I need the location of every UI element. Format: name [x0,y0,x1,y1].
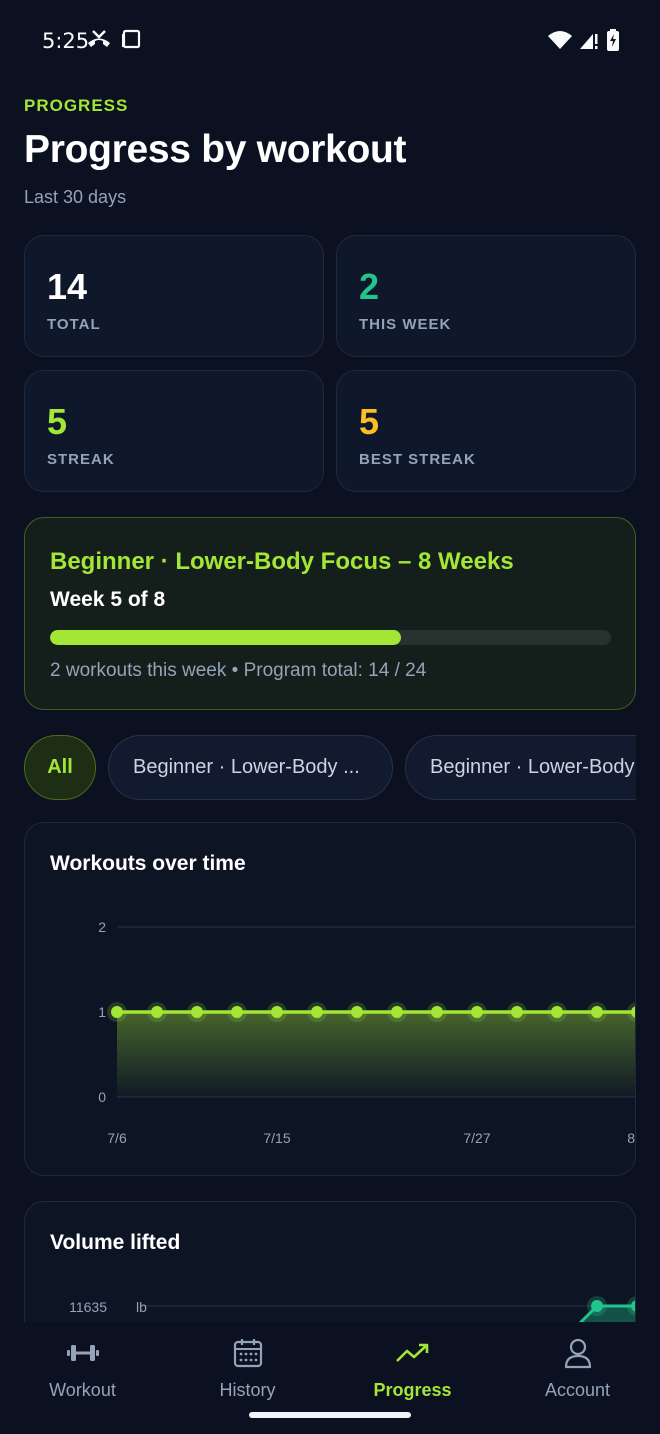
stat-card-this-week: 2 THIS WEEK [336,235,636,357]
workout-filter-chips: All Beginner · Lower-Body ... Beginner ·… [24,735,636,801]
data-point [311,1006,323,1018]
program-title: Beginner · Lower-Body Focus – 8 Weeks [50,548,514,575]
chip-label: All [47,756,73,778]
nav-item-workout[interactable]: Workout [0,1322,165,1412]
stat-label: TOTAL [47,316,101,333]
data-point [511,1006,523,1018]
data-point [591,1006,603,1018]
data-point [351,1006,363,1018]
data-point [111,1006,123,1018]
filter-chip-all[interactable]: All [24,735,96,800]
nav-item-account[interactable]: Account [495,1322,660,1412]
filter-chip-program-2[interactable]: Beginner · Lower-Body [405,735,636,800]
screen-icon [120,28,142,55]
stat-card-streak: 5 STREAK [24,370,324,492]
data-point [151,1006,163,1018]
data-point [391,1006,403,1018]
nav-label: Account [544,1380,611,1400]
data-point [471,1006,483,1018]
program-progress-bar [50,630,611,645]
status-bar: 5:25 [0,0,660,80]
x-tick-label: 7/15 [263,1130,290,1146]
missed-call-icon [86,28,112,55]
workouts-area [117,1012,635,1097]
stat-value: 5 [359,401,380,442]
wifi-icon [548,30,572,55]
calendar-icon [232,1336,264,1370]
y-tick-label: 1 [98,1004,106,1020]
status-right-icons [548,29,620,56]
program-card[interactable]: Beginner · Lower-Body Focus – 8 Weeks We… [24,517,636,710]
stat-value: 2 [359,266,380,307]
dumbbell-icon [66,1336,100,1370]
y-tick-label: 0 [98,1089,106,1105]
chip-label: Beginner · Lower-Body [430,756,635,778]
battery-charging-icon [606,29,620,56]
trend-up-icon [395,1336,431,1370]
chip-label: Beginner · Lower-Body ... [133,756,360,778]
stat-card-best-streak: 5 BEST STREAK [336,370,636,492]
data-point [231,1006,243,1018]
stat-card-total: 14 TOTAL [24,235,324,357]
data-point [191,1006,203,1018]
data-point [271,1006,283,1018]
program-meta: 2 workouts this week • Program total: 14… [50,660,427,681]
home-indicator[interactable] [249,1412,411,1418]
program-week: Week 5 of 8 [50,588,166,611]
nav-label: Workout [49,1380,116,1400]
signal-icon [578,30,600,55]
volume-y-unit: lb [136,1299,147,1315]
nav-item-progress[interactable]: Progress [330,1322,495,1412]
date-range-label: Last 30 days [24,187,127,207]
nav-label: History [219,1380,276,1400]
status-left-icons [86,28,142,55]
stat-label: BEST STREAK [359,451,476,468]
y-tick-label: 2 [98,919,106,935]
stat-label: THIS WEEK [359,316,452,333]
x-tick-label: 8/4 [627,1130,636,1146]
x-tick-label: 7/27 [463,1130,490,1146]
section-eyebrow: PROGRESS [24,96,129,115]
status-time: 5:25 [42,29,90,53]
volume-point [591,1300,603,1312]
data-point [431,1006,443,1018]
workouts-chart: 0 1 2 7/6 7/15 7/27 8/4 [98,919,636,1146]
data-point [551,1006,563,1018]
app-screen: 5:25 PROGRESS Progress by workout Last 3… [0,0,660,1434]
x-tick-label: 7/6 [107,1130,127,1146]
nav-label: Progress [373,1380,452,1400]
volume-y-tick: 11635 [69,1299,107,1315]
stat-value: 14 [47,266,88,307]
page-title: Progress by workout [24,128,407,171]
workouts-chart-card: Workouts over time 0127/67/157/278/4 [24,822,636,1176]
filter-chip-program-1[interactable]: Beginner · Lower-Body ... [108,735,393,800]
nav-item-history[interactable]: History [165,1322,330,1412]
stat-value: 5 [47,401,68,442]
stat-label: STREAK [47,451,115,468]
program-progress-fill [50,630,401,645]
user-icon [563,1336,593,1370]
